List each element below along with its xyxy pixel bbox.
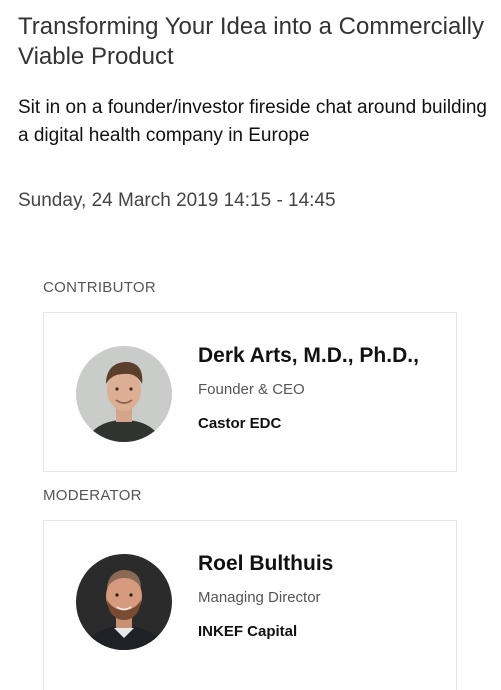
moderator-section-label: MODERATOR [43, 487, 142, 504]
contributor-avatar-image [76, 346, 172, 442]
contributor-card[interactable]: Derk Arts, M.D., Ph.D., Founder & CEO Ca… [43, 312, 457, 472]
session-description: Sit in on a founder/investor fireside ch… [18, 97, 487, 146]
contributor-name[interactable]: Derk Arts, M.D., Ph.D., [198, 343, 419, 369]
moderator-role: Managing Director [198, 589, 321, 606]
session-title: Transforming Your Idea into a Commercial… [18, 13, 484, 70]
session-datetime: Sunday, 24 March 2019 14:15 - 14:45 [18, 190, 336, 211]
contributor-section-label: CONTRIBUTOR [43, 279, 157, 296]
avatar[interactable] [76, 346, 172, 442]
contributor-company: Castor EDC [198, 415, 282, 432]
moderator-name[interactable]: Roel Bulthuis [198, 551, 333, 577]
moderator-card[interactable]: Roel Bulthuis Managing Director INKEF Ca… [43, 520, 457, 690]
moderator-company: INKEF Capital [198, 623, 298, 640]
contributor-role: Founder & CEO [198, 381, 305, 398]
avatar[interactable] [76, 554, 172, 650]
moderator-avatar-image [76, 554, 172, 650]
